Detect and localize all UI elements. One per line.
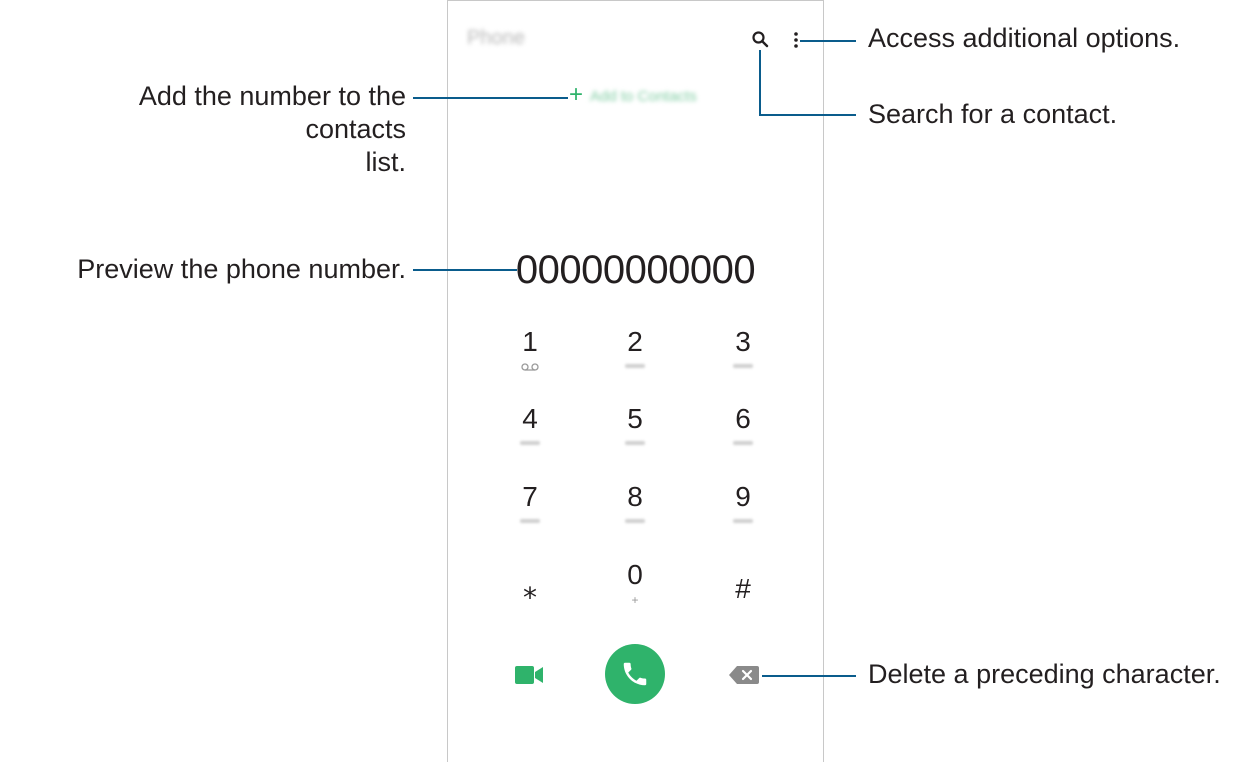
key-5[interactable]: 5 [580,403,690,445]
key-letters [733,364,753,368]
key-2[interactable]: 2 [580,326,690,368]
annotation-delete: Delete a preceding character. [868,659,1221,689]
key-6[interactable]: 6 [688,403,798,445]
key-digit: 3 [735,326,751,357]
leader-delete [762,675,856,677]
key-letters [520,519,540,523]
key-8[interactable]: 8 [580,481,690,523]
key-letters [733,519,753,523]
add-to-contacts-link[interactable]: Add to Contacts [590,88,697,105]
key-digit: ⁎ [523,573,537,604]
key-0[interactable]: 0 + [580,559,690,607]
leader-add-contacts [413,97,568,99]
key-digit: # [735,573,751,604]
key-digit: 5 [627,403,643,434]
voicemail-icon [521,363,539,371]
annotation-add-contacts-line2: list. [365,147,407,177]
search-icon[interactable] [751,30,769,48]
key-letters [520,441,540,445]
key-letters [625,364,645,368]
key-7[interactable]: 7 [475,481,585,523]
key-digit: 9 [735,481,751,512]
key-digit: 2 [627,326,643,357]
key-letters [733,441,753,445]
annotation-add-contacts: Add the number to the contacts list. [36,80,406,179]
key-digit: 0 [627,559,643,590]
app-title: Phone [467,27,525,49]
leader-search-vertical [759,50,761,115]
annotation-preview: Preview the phone number. [77,254,406,284]
key-9[interactable]: 9 [688,481,798,523]
backspace-icon[interactable] [728,665,760,685]
key-plus: + [631,593,639,607]
annotation-more-options: Access additional options. [868,23,1181,53]
key-digit: 1 [522,326,538,357]
key-digit: 8 [627,481,643,512]
leader-preview [413,269,517,271]
key-4[interactable]: 4 [475,403,585,445]
add-icon[interactable]: + [569,83,583,107]
annotation-add-contacts-line1: Add the number to the contacts [138,81,406,144]
key-digit: 4 [522,403,538,434]
phone-call-icon [623,662,647,686]
video-call-icon[interactable] [514,664,544,686]
key-digit: 7 [522,481,538,512]
key-star[interactable]: ⁎ [475,573,585,605]
annotation-search: Search for a contact. [868,99,1118,129]
leader-search [759,114,856,116]
key-3[interactable]: 3 [688,326,798,368]
key-letters [625,441,645,445]
key-letters [625,519,645,523]
key-digit: 6 [735,403,751,434]
key-hash[interactable]: # [688,573,798,605]
call-button[interactable] [605,644,665,704]
key-1[interactable]: 1 [475,326,585,372]
leader-more-options [800,40,856,42]
